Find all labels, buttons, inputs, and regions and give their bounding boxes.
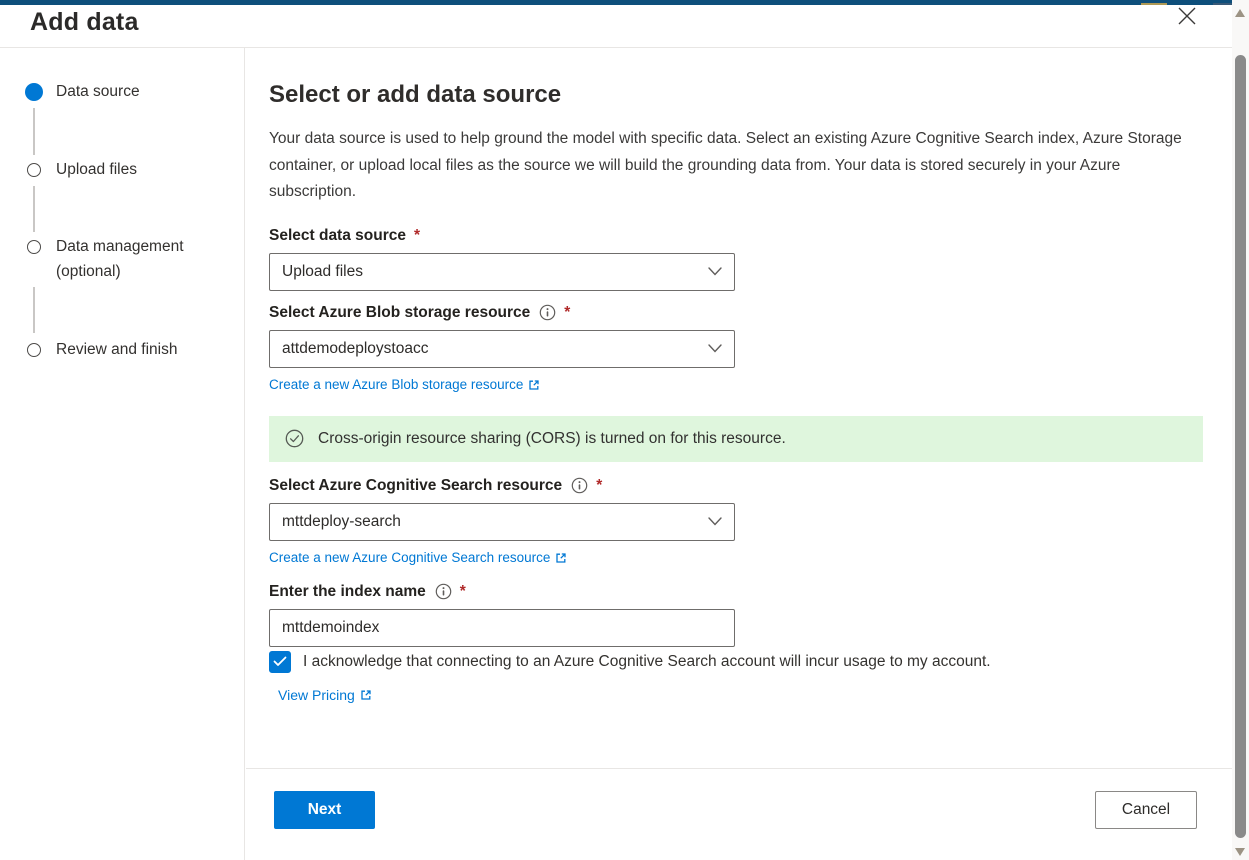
info-icon[interactable] xyxy=(435,583,452,600)
banner-text: Cross-origin resource sharing (CORS) is … xyxy=(318,430,786,448)
scroll-down-arrow-icon[interactable] xyxy=(1235,848,1245,856)
step-review-finish[interactable]: Review and finish xyxy=(25,341,225,362)
dialog-title: Add data xyxy=(30,8,139,37)
checkbox-checked[interactable] xyxy=(269,651,291,673)
cancel-button[interactable]: Cancel xyxy=(1095,791,1197,829)
step-label: Upload files xyxy=(56,157,221,182)
scroll-up-arrow-icon[interactable] xyxy=(1235,9,1245,17)
step-label: Data source xyxy=(56,79,221,104)
step-pending-dot xyxy=(27,240,41,254)
link-text: Create a new Azure Cognitive Search reso… xyxy=(269,550,550,565)
next-button[interactable]: Next xyxy=(274,791,375,829)
link-text: Create a new Azure Blob storage resource xyxy=(269,377,523,392)
close-button[interactable] xyxy=(1174,4,1200,30)
step-label: Review and finish xyxy=(56,337,221,362)
data-source-label: Select data source * xyxy=(269,226,1203,246)
step-connector xyxy=(33,186,35,232)
index-name-input[interactable] xyxy=(269,609,735,647)
step-pending-dot xyxy=(27,163,41,177)
acknowledge-checkbox-row[interactable]: I acknowledge that connecting to an Azur… xyxy=(269,651,1203,673)
data-source-dropdown[interactable]: Upload files xyxy=(269,253,735,291)
cognitive-search-dropdown[interactable]: mttdeploy-search xyxy=(269,503,735,541)
external-link-icon xyxy=(360,689,372,701)
step-connector xyxy=(33,287,35,333)
close-icon xyxy=(1176,5,1198,30)
required-marker: * xyxy=(414,227,420,245)
page-title: Select or add data source xyxy=(269,80,1203,110)
required-marker: * xyxy=(596,477,602,495)
info-icon[interactable] xyxy=(539,304,556,321)
vertical-scrollbar[interactable] xyxy=(1232,0,1249,860)
index-name-label: Enter the index name * xyxy=(269,582,1203,602)
view-pricing-link[interactable]: View Pricing xyxy=(278,687,372,703)
scrollbar-thumb[interactable] xyxy=(1235,55,1246,838)
link-text: View Pricing xyxy=(278,687,355,703)
portal-icon-fragment xyxy=(1141,0,1167,5)
wizard-steps-sidebar: Data source Upload files Data management… xyxy=(0,48,245,860)
label-text: Select Azure Cognitive Search resource xyxy=(269,477,562,495)
required-marker: * xyxy=(564,304,570,322)
dialog-content: Select or add data source Your data sour… xyxy=(246,48,1232,860)
create-cognitive-search-link[interactable]: Create a new Azure Cognitive Search reso… xyxy=(269,549,567,567)
external-link-icon xyxy=(555,552,567,564)
acknowledge-label: I acknowledge that connecting to an Azur… xyxy=(303,653,991,671)
create-blob-storage-link[interactable]: Create a new Azure Blob storage resource xyxy=(269,376,540,394)
chevron-down-icon xyxy=(708,263,722,281)
info-icon[interactable] xyxy=(571,477,588,494)
cognitive-search-label: Select Azure Cognitive Search resource * xyxy=(269,476,1203,496)
step-active-dot xyxy=(25,83,43,101)
chevron-down-icon xyxy=(708,513,722,531)
external-link-icon xyxy=(528,379,540,391)
blob-storage-label: Select Azure Blob storage resource * xyxy=(269,303,1203,323)
required-marker: * xyxy=(460,583,466,601)
portal-top-strip xyxy=(0,0,1232,5)
label-text: Select data source xyxy=(269,227,406,245)
label-text: Enter the index name xyxy=(269,583,426,601)
blob-storage-dropdown[interactable]: attdemodeploystoacc xyxy=(269,330,735,368)
dropdown-value: attdemodeploystoacc xyxy=(282,340,428,358)
dialog-footer: Next Cancel xyxy=(246,768,1232,769)
success-check-icon xyxy=(285,429,304,448)
step-data-management[interactable]: Data management (optional) xyxy=(25,238,225,284)
description-text: Your data source is used to help ground … xyxy=(269,126,1203,206)
step-label: Data management (optional) xyxy=(56,234,221,284)
dropdown-value: Upload files xyxy=(282,263,363,281)
chevron-down-icon xyxy=(708,340,722,358)
step-upload-files[interactable]: Upload files xyxy=(25,161,225,182)
step-data-source[interactable]: Data source xyxy=(25,83,225,104)
step-connector xyxy=(33,108,35,155)
cors-success-banner: Cross-origin resource sharing (CORS) is … xyxy=(269,416,1203,462)
label-text: Select Azure Blob storage resource xyxy=(269,304,530,322)
step-pending-dot xyxy=(27,343,41,357)
portal-icon-fragment xyxy=(1213,0,1233,5)
dropdown-value: mttdeploy-search xyxy=(282,513,401,531)
